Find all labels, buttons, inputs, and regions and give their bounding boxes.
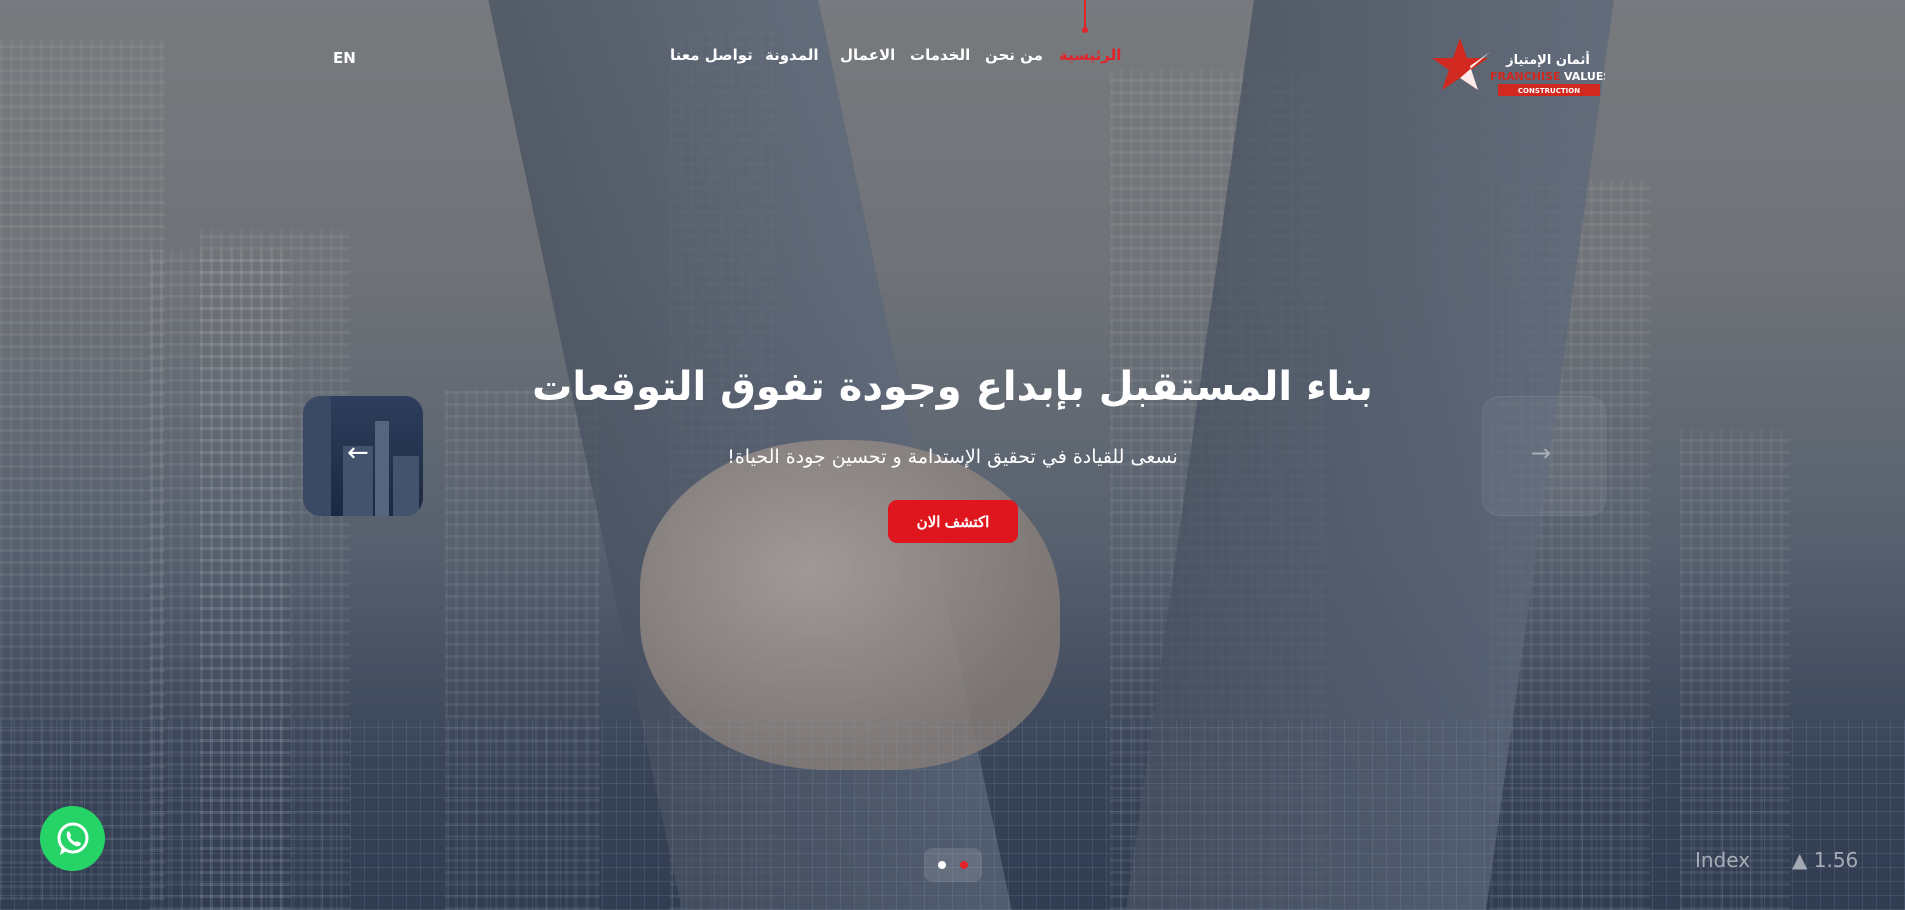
svg-text:أثمان الإمتياز: أثمان الإمتياز — [1505, 51, 1590, 68]
slider-pagination — [924, 848, 982, 882]
index-label: Index — [1695, 848, 1751, 872]
nav-services[interactable]: الخدمات — [910, 46, 970, 64]
nav-works[interactable]: الاعمال — [840, 46, 895, 64]
company-logo[interactable]: أثمان الإمتياز FRANCHISE VALUES CONSTRUC… — [1430, 36, 1605, 102]
svg-text:VALUES: VALUES — [1564, 70, 1605, 83]
index-value: ▲ 1.56 — [1792, 848, 1859, 872]
slide-dot-2[interactable] — [960, 861, 968, 869]
slide-dot-1[interactable] — [938, 861, 946, 869]
hero-title: بناء المستقبل بإبداع وجودة تفوق التوقعات — [532, 364, 1373, 410]
explore-now-button[interactable]: اكتشف الان — [888, 500, 1018, 543]
active-nav-indicator — [1082, 0, 1088, 33]
language-switch[interactable]: EN — [333, 49, 356, 67]
svg-text:CONSTRUCTION: CONSTRUCTION — [1518, 87, 1580, 95]
arrow-right-icon: → — [1531, 439, 1552, 467]
nav-blog[interactable]: المدونة — [765, 46, 819, 64]
whatsapp-button[interactable] — [40, 806, 105, 871]
hero-subtitle: نسعى للقيادة في تحقيق الإستدامة و تحسين … — [727, 446, 1178, 468]
nav-contact[interactable]: تواصل معنا — [670, 46, 753, 64]
svg-text:FRANCHISE: FRANCHISE — [1490, 70, 1561, 83]
whatsapp-icon — [57, 822, 88, 855]
previous-slide-button[interactable]: ← — [303, 396, 423, 516]
arrow-left-icon: ← — [347, 438, 369, 468]
nav-about[interactable]: من نحن — [985, 46, 1043, 64]
nav-home[interactable]: الرئيسية — [1059, 46, 1121, 64]
next-slide-button[interactable]: → — [1482, 396, 1606, 516]
